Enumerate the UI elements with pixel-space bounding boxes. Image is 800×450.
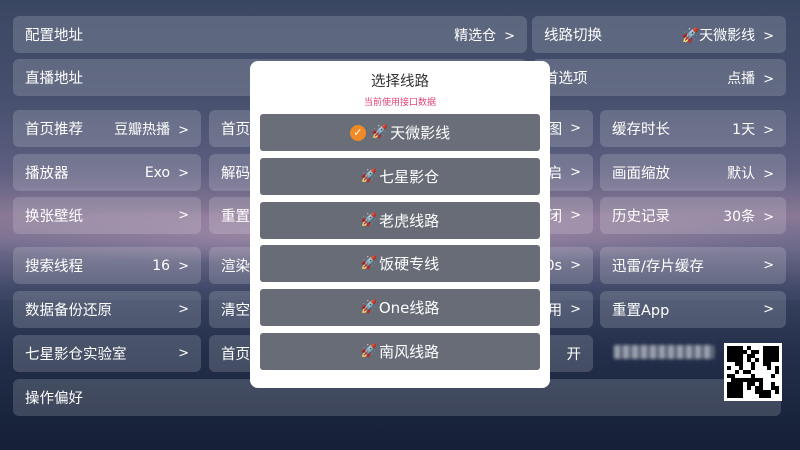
tile-value: 16 xyxy=(152,257,171,274)
tile-player[interactable]: 播放器 Exo > xyxy=(13,154,201,191)
chevron-right-icon: > xyxy=(763,71,774,87)
tile-label: 数据备份还原 xyxy=(25,303,112,319)
rocket-icon: 🚀 xyxy=(360,169,378,184)
route-name: 七星影仓 xyxy=(379,168,440,186)
check-circle-icon: ✓ xyxy=(349,124,366,141)
qr-code xyxy=(724,343,782,401)
chevron-right-icon: > xyxy=(178,346,189,361)
chevron-right-icon: > xyxy=(178,302,189,317)
route-name: One线路 xyxy=(378,299,440,317)
tile-label: 播放器 xyxy=(25,166,69,182)
route-select-dialog: 选择线路 当前使用接口数据 ✓ 🚀 天微影线 🚀 七星影仓 🚀 老虎线路 🚀 饭… xyxy=(250,61,550,388)
chevron-right-icon: > xyxy=(178,165,189,181)
tile-label: 缓存时长 xyxy=(612,122,670,138)
tile-backup-restore[interactable]: 数据备份还原 > xyxy=(13,291,201,328)
chevron-right-icon: > xyxy=(763,302,774,317)
tile-label: 解码 xyxy=(221,166,250,182)
tile-label: 渲染 xyxy=(221,259,250,275)
route-name: 饭硬专线 xyxy=(379,255,440,273)
tile-label: 首页 xyxy=(221,347,250,363)
route-option-one[interactable]: 🚀 One线路 xyxy=(260,289,540,326)
chevron-right-icon: > xyxy=(763,209,774,225)
dialog-subtitle: 当前使用接口数据 xyxy=(363,98,436,108)
tile-config-url[interactable]: 配置地址 精选仓 > xyxy=(13,16,527,53)
tile-label: 首页 xyxy=(221,122,250,138)
chevron-right-icon: > xyxy=(570,302,581,317)
tile-search-threads[interactable]: 搜索线程 16 > xyxy=(13,247,201,284)
tile-label: 线路切换 xyxy=(544,28,602,44)
tile-label: 画面缩放 xyxy=(612,166,670,182)
chevron-right-icon: > xyxy=(763,258,774,273)
tile-value: Exo xyxy=(144,164,171,181)
chevron-right-icon: > xyxy=(763,28,774,44)
tile-value: 1天 xyxy=(732,121,756,138)
tile-screen-scale[interactable]: 画面缩放 默认 > xyxy=(600,154,786,191)
rocket-icon: 🚀 xyxy=(360,344,378,359)
tile-home-recommend[interactable]: 首页推荐 豆瓣热播 > xyxy=(13,110,201,147)
chevron-right-icon: > xyxy=(504,28,515,44)
dialog-title: 选择线路 xyxy=(371,74,429,90)
tile-lab[interactable]: 七星影仓实验室 > xyxy=(13,335,201,372)
route-name: 老虎线路 xyxy=(379,212,440,230)
tile-label: 历史记录 xyxy=(612,209,670,225)
tile-label: 首页推荐 xyxy=(25,122,83,138)
route-name: 天微影线 xyxy=(390,124,451,142)
tile-label: 配置地址 xyxy=(25,28,83,44)
route-option-fanying[interactable]: 🚀 饭硬专线 xyxy=(260,245,540,282)
route-name: 南风线路 xyxy=(379,343,440,361)
chevron-right-icon: > xyxy=(570,258,581,273)
tile-label: 迅雷/存片缓存 xyxy=(612,259,704,275)
tile-change-wallpaper[interactable]: 换张壁纸 > xyxy=(13,197,201,234)
rocket-icon: 🚀 xyxy=(360,256,378,271)
tile-label: 七星影仓实验室 xyxy=(25,347,127,363)
tile-reset-app[interactable]: 重置App > xyxy=(600,291,786,328)
tile-preference[interactable]: 首选项 点播 > xyxy=(532,59,786,96)
route-option-nanfeng[interactable]: 🚀 南风线路 xyxy=(260,333,540,370)
tile-history[interactable]: 历史记录 30条 > xyxy=(600,197,786,234)
chevron-right-icon: > xyxy=(570,208,581,223)
rocket-icon: 🚀 xyxy=(360,300,377,315)
tile-value: 🚀天微影线 xyxy=(681,27,756,44)
tile-label: 清空 xyxy=(221,303,250,319)
tile-label: 搜索线程 xyxy=(25,259,83,275)
chevron-right-icon: > xyxy=(178,122,189,138)
tile-value: 30条 xyxy=(723,208,756,225)
tile-label: 直播地址 xyxy=(25,71,83,87)
tile-thunder-cache[interactable]: 迅雷/存片缓存 > xyxy=(600,247,786,284)
tile-label: 操作偏好 xyxy=(25,391,83,407)
chevron-right-icon: > xyxy=(570,165,581,180)
tile-label: 重置App xyxy=(612,303,670,319)
tile-label: 首选项 xyxy=(544,71,588,87)
route-option-laohu[interactable]: 🚀 老虎线路 xyxy=(260,202,540,239)
tile-label: 开 xyxy=(566,347,582,363)
rocket-icon: 🚀 xyxy=(371,125,389,140)
chevron-right-icon: > xyxy=(570,121,581,136)
tile-value: 豆瓣热播 xyxy=(114,121,171,138)
tile-value: 点播 xyxy=(727,70,756,87)
blurred-info-text xyxy=(614,345,714,359)
tile-value: 默认 xyxy=(727,165,756,182)
chevron-right-icon: > xyxy=(178,208,189,223)
route-option-qixing[interactable]: 🚀 七星影仓 xyxy=(260,158,540,195)
tile-route-switch[interactable]: 线路切换 🚀天微影线 > xyxy=(532,16,786,53)
chevron-right-icon: > xyxy=(763,122,774,138)
tile-label: 重置 xyxy=(221,209,250,225)
chevron-right-icon: > xyxy=(178,258,189,274)
rocket-icon: 🚀 xyxy=(360,213,378,228)
tile-label: 换张壁纸 xyxy=(25,209,83,225)
route-option-tianwei[interactable]: ✓ 🚀 天微影线 xyxy=(260,114,540,151)
tile-cache-duration[interactable]: 缓存时长 1天 > xyxy=(600,110,786,147)
tile-value: 精选仓 xyxy=(454,27,497,44)
chevron-right-icon: > xyxy=(763,166,774,182)
